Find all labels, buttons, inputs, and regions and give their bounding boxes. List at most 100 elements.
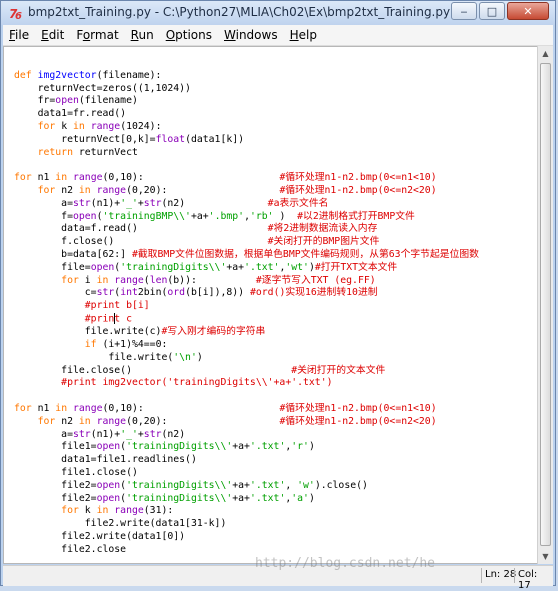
code-token: for	[14, 172, 38, 184]
code-token: #循环处理n1-n2.bmp(0<=n2<20)	[279, 184, 437, 196]
code-token: 2bin(	[137, 287, 168, 299]
code-line: returnVect=zeros((1,1024))	[14, 83, 479, 96]
code-editor[interactable]: ​def img2vector(filename): returnVect=ze…	[3, 46, 539, 564]
code-line: file1.close()	[14, 467, 479, 480]
code-token: n2	[61, 184, 79, 196]
code-token: float	[155, 133, 186, 145]
code-token: +a+	[232, 441, 250, 453]
code-token: for	[14, 415, 62, 427]
vertical-scrollbar[interactable]: ▲ ▼	[537, 46, 553, 564]
code-token: str	[143, 428, 162, 440]
code-token: returnVect=zeros((1,1024))	[14, 82, 191, 94]
code-token: file2.write(data1[31-k])	[14, 518, 227, 530]
menu-item[interactable]: Edit	[35, 28, 70, 42]
code-line: #print img2vector('trainingDigits\\'+a+'…	[14, 377, 479, 390]
code-token: range	[90, 120, 121, 132]
code-token: file2.write(data1[0])	[14, 530, 186, 542]
scroll-thumb[interactable]	[540, 63, 551, 546]
window-controls: ‒ □ ✕	[449, 2, 549, 20]
menu-item[interactable]: File	[3, 28, 35, 42]
code-token: in	[72, 120, 91, 132]
code-line: fr=open(filename)	[14, 95, 479, 108]
minimize-icon: ‒	[460, 4, 468, 18]
code-token: (1024):	[120, 120, 162, 132]
code-token: img2vector	[37, 69, 97, 81]
code-token: #a表示文件名	[267, 197, 329, 209]
status-separator	[514, 568, 515, 583]
code-line: data=f.read() #将2进制数据流读入内存	[14, 223, 479, 236]
code-token: open	[72, 210, 97, 222]
code-text[interactable]: ​def img2vector(filename): returnVect=ze…	[14, 57, 479, 557]
code-token: (n1)+	[90, 428, 121, 440]
code-line: file.write('\n')	[14, 352, 479, 365]
code-token: str	[96, 287, 115, 299]
code-line: file1=open('trainingDigits\\'+a+'.txt','…	[14, 441, 479, 454]
code-token: for	[14, 505, 85, 517]
code-token: file.write(	[14, 351, 174, 363]
code-token: n1	[37, 172, 56, 184]
code-token: file.close()	[14, 364, 292, 376]
code-token: (filename)	[78, 95, 138, 107]
code-token: +a+	[226, 261, 245, 273]
code-token: 'trainingBMP\\'	[102, 210, 191, 222]
code-token: for	[14, 274, 85, 286]
code-token: 'trainingDigits\\'	[126, 479, 233, 491]
code-token: )	[308, 492, 315, 504]
menu-bar: File Edit Format Run Options Windows Help	[3, 25, 553, 46]
code-token: for	[14, 120, 62, 132]
code-token: f=	[14, 210, 73, 222]
code-line: file.close() #关闭打开的文本文件	[14, 365, 479, 378]
minimize-button[interactable]: ‒	[451, 2, 477, 20]
title-bar[interactable]: 7 6 bmp2txt_Training.py - C:\Python27\ML…	[1, 1, 555, 25]
code-line: ​	[14, 57, 479, 70]
code-token: #以2进制格式打开BMP文件	[297, 210, 415, 222]
code-token: ord	[167, 287, 186, 299]
code-token: k	[61, 120, 73, 132]
close-button[interactable]: ✕	[507, 2, 549, 20]
code-token: for	[14, 184, 62, 196]
code-token: +a+	[232, 479, 250, 491]
code-token: a=	[14, 428, 73, 440]
code-token: in	[78, 184, 97, 196]
code-token: '_'	[120, 197, 138, 209]
scroll-down-icon[interactable]: ▼	[538, 549, 553, 564]
code-token: open	[90, 261, 115, 273]
code-token: str	[72, 428, 91, 440]
code-token: )	[273, 210, 298, 222]
code-token: #print img2vector('trainingDigits\\'+a+'…	[14, 377, 333, 389]
menu-item[interactable]: Options	[160, 28, 218, 42]
code-token: file.write(c)	[14, 326, 162, 338]
code-token: +a+	[232, 492, 250, 504]
code-token: range	[96, 184, 127, 196]
code-token: returnVect	[78, 146, 138, 158]
code-token: #prin	[14, 313, 115, 325]
menu-item[interactable]: Format	[70, 28, 124, 42]
maximize-button[interactable]: □	[479, 2, 505, 20]
code-line: #print b[i]	[14, 300, 479, 313]
menu-item[interactable]: Windows	[218, 28, 284, 42]
code-token: n1	[37, 403, 56, 415]
code-token: str	[143, 197, 162, 209]
code-line: data1=file1.readlines()	[14, 454, 479, 467]
scroll-up-icon[interactable]: ▲	[538, 46, 553, 61]
code-token: in	[78, 415, 97, 427]
code-token: '.txt'	[244, 261, 280, 273]
window-title: bmp2txt_Training.py - C:\Python27\MLIA\C…	[28, 5, 451, 19]
code-line: def img2vector(filename):	[14, 70, 479, 83]
code-token: in	[55, 403, 73, 415]
code-token: t c	[114, 313, 132, 325]
code-token: int	[120, 287, 138, 299]
code-token: '.bmp'	[208, 210, 245, 222]
code-line: #print c	[14, 312, 479, 326]
code-token: ,	[285, 479, 298, 491]
code-line: for k in range(31):	[14, 505, 479, 518]
code-token: in	[96, 505, 115, 517]
code-token: len	[149, 274, 168, 286]
code-line: a=str(n1)+'_'+str(n2)	[14, 429, 479, 442]
menu-item[interactable]: Run	[125, 28, 160, 42]
code-token: return	[14, 146, 79, 158]
code-line: file2.write(data1[0])	[14, 531, 479, 544]
status-line-number: Ln: 28	[485, 569, 517, 580]
menu-item[interactable]: Help	[284, 28, 323, 42]
code-line: for n2 in range(0,20): #循环处理n1-n2.bmp(0<…	[14, 416, 479, 429]
